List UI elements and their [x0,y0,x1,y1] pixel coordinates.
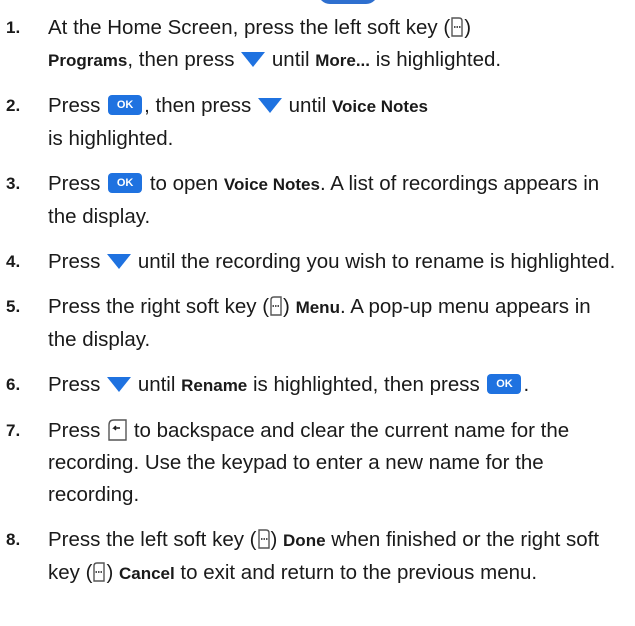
step-keyword: Voice Notes [223,175,320,194]
step-text: . [523,373,530,396]
step-text: , then press [127,48,235,71]
step-number: 3. [6,174,21,193]
ok-key-icon: OK [487,373,522,394]
step-7: 7. Press to backspace and clear the curr… [0,415,635,511]
step-keyword: Rename [181,376,248,395]
left-soft-key-icon [451,16,463,37]
step-text: until the recording you wish to rename i… [137,250,616,273]
step-text: to open [149,172,219,195]
step-keyword: Done [283,531,326,550]
step-text: until [137,373,176,396]
step-number: 5. [6,297,21,316]
step-text: Press [48,172,101,195]
step-text: is highlighted. [375,48,502,71]
step-text: is highlighted. [48,127,174,150]
step-text: At the Home Screen, press the left soft … [48,16,451,39]
down-arrow-icon [107,253,132,269]
step-3: 3. Press OK to open Voice Notes. A list … [0,168,635,233]
step-keyword: Cancel [118,564,175,583]
step-text: Press [48,94,101,117]
step-number: 1. [6,18,21,37]
step-5: 5. Press the right soft key () Menu. A p… [0,291,635,356]
step-keyword: Menu [295,298,340,317]
step-text: until [271,48,310,71]
step-keyword: Programs [48,51,128,70]
step-keyword: More... [315,51,371,70]
step-text: ) [464,16,472,39]
step-number: 4. [6,252,21,271]
step-number: 2. [6,96,21,115]
right-soft-key-icon [93,561,106,582]
step-text: Press the left soft key ( [48,528,257,551]
step-text: Press [48,250,101,273]
step-4: 4. Press until the recording you wish to… [0,246,635,278]
step-8: 8. Press the left soft key () Done when … [0,524,635,590]
clear-backspace-key-icon [108,418,127,441]
step-text: ) [283,295,290,318]
step-text: until [288,94,327,117]
step-6: 6. Press until Rename is highlighted, th… [0,369,635,402]
step-number: 8. [6,530,21,549]
down-arrow-icon [257,97,282,113]
step-keyword: Voice Notes [331,97,429,116]
step-text: to exit and return to the previous menu. [180,561,538,584]
ok-key-icon: OK [108,172,143,193]
step-text: , then press [144,94,252,117]
step-text: ) [106,561,114,584]
step-number: 6. [6,375,21,394]
instruction-steps: 1. At the Home Screen, press the left so… [0,12,635,603]
step-1: 1. At the Home Screen, press the left so… [0,12,635,77]
step-text: Press [48,419,101,442]
down-arrow-icon [241,51,266,67]
down-arrow-icon [107,376,132,392]
step-text: Press the right soft key ( [48,295,270,318]
left-soft-key-icon [257,528,270,549]
step-number: 7. [6,421,21,440]
step-2: 2. Press OK, then press until Voice Note… [0,90,635,155]
step-text: ) [270,528,278,551]
ok-key-icon: OK [108,94,143,115]
right-soft-key-icon [270,295,282,316]
header-decoration [318,0,378,4]
step-text: is highlighted, then press [252,373,480,396]
step-text: Press [48,373,101,396]
